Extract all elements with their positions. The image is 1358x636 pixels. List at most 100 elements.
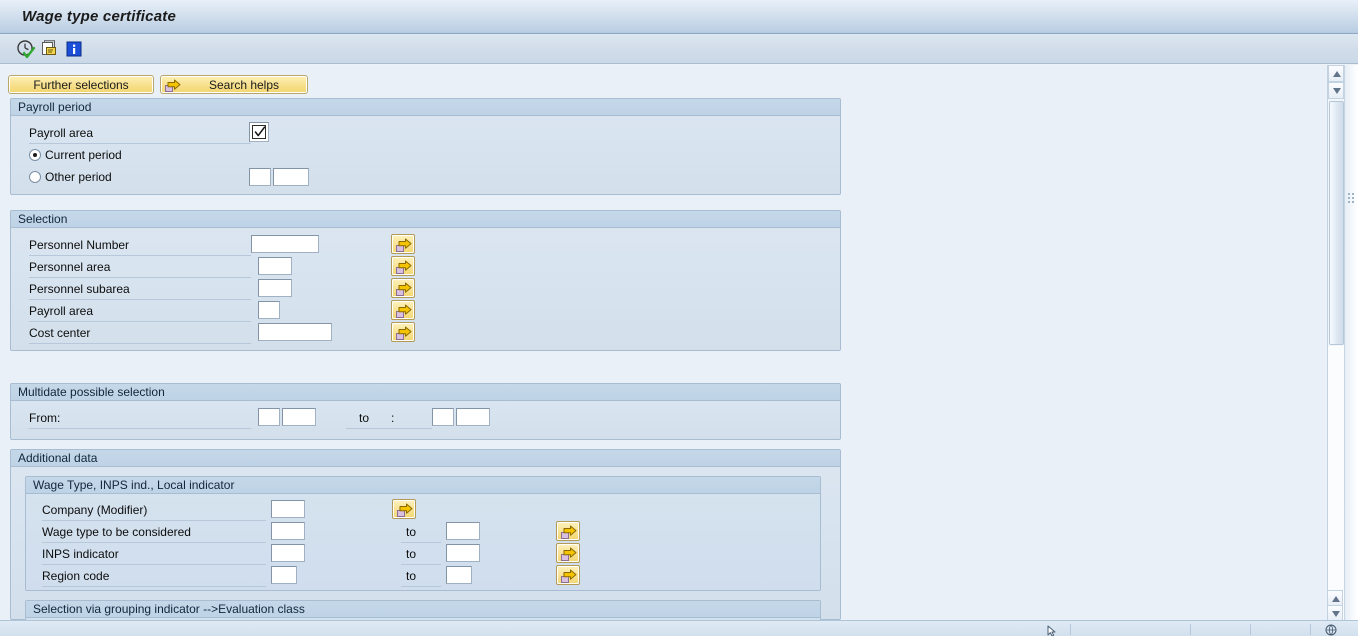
- other-period-input-2[interactable]: [273, 168, 309, 186]
- cost-center-multi-select-button[interactable]: [391, 322, 415, 342]
- label-underline: [29, 255, 251, 256]
- payroll-area-checkbox[interactable]: [252, 125, 266, 139]
- group-grouping-indicator-title: Selection via grouping indicator -->Eval…: [26, 601, 820, 618]
- multidate-colon-label: :: [391, 411, 395, 425]
- radio-other-period[interactable]: [29, 171, 41, 183]
- search-helps-label: Search helps: [208, 78, 280, 92]
- status-separator: [1190, 624, 1191, 635]
- multi-select-arrow-icon: [396, 326, 412, 340]
- selection-screen-content: Further selections Search helps Payroll …: [0, 65, 1327, 620]
- inner-scroll-arrows[interactable]: [1327, 590, 1344, 622]
- personnel-area-label: Personnel area: [29, 260, 111, 274]
- label-underline: [29, 143, 251, 144]
- radio-current-period[interactable]: [29, 149, 41, 161]
- multi-select-arrow-icon: [561, 569, 577, 583]
- cost-center-label: Cost center: [29, 326, 91, 340]
- information-icon[interactable]: [64, 39, 84, 59]
- search-helps-button[interactable]: Search helps: [160, 75, 308, 94]
- get-variant-icon[interactable]: [40, 39, 60, 59]
- region-code-multi-select-button[interactable]: [556, 565, 580, 585]
- label-underline: [42, 520, 266, 521]
- scroll-down-button[interactable]: [1328, 82, 1344, 99]
- region-code-to-label: to: [406, 569, 417, 583]
- scrollbar-thumb[interactable]: [1329, 101, 1344, 345]
- group-payroll-period-title: Payroll period: [11, 99, 840, 116]
- chevron-up-icon: [1332, 596, 1340, 602]
- multi-select-arrow-icon: [396, 260, 412, 274]
- personnel-area-input[interactable]: [258, 257, 292, 275]
- region-code-input-to[interactable]: [446, 566, 472, 584]
- multi-select-arrow-icon: [561, 547, 577, 561]
- further-selections-button[interactable]: Further selections: [8, 75, 154, 94]
- multi-select-arrow-icon: [165, 78, 181, 92]
- multidate-to-input-1[interactable]: [432, 408, 454, 426]
- window-titlebar: Wage type certificate: [0, 0, 1358, 34]
- multidate-from-label: From:: [29, 411, 61, 425]
- label-underline: [401, 564, 441, 565]
- inps-indicator-input-from[interactable]: [271, 544, 305, 562]
- chevron-up-icon: [1333, 71, 1341, 77]
- vertical-scrollbar[interactable]: [1327, 65, 1344, 620]
- label-underline: [42, 586, 266, 587]
- splitter-grip-icon: [1348, 193, 1355, 207]
- selection-payroll-area-label: Payroll area: [29, 304, 94, 318]
- group-additional-data-title: Additional data: [11, 450, 840, 467]
- label-underline: [42, 564, 266, 565]
- label-underline: [29, 428, 251, 429]
- execute-icon[interactable]: [16, 39, 36, 59]
- current-period-label: Current period: [45, 148, 122, 162]
- window-splitter[interactable]: [1344, 65, 1358, 620]
- group-selection: Selection Personnel Number Personnel are…: [10, 210, 841, 351]
- personnel-number-input[interactable]: [251, 235, 319, 253]
- personnel-subarea-multi-select-button[interactable]: [391, 278, 415, 298]
- group-selection-title: Selection: [11, 211, 840, 228]
- application-toolbar: © www.tutorialkart.com: [0, 34, 1358, 98]
- wage-type-considered-input-to[interactable]: [446, 522, 480, 540]
- wage-type-considered-to-label: to: [406, 525, 417, 539]
- multi-select-arrow-icon: [397, 503, 413, 517]
- other-period-label: Other period: [45, 170, 112, 184]
- personnel-subarea-label: Personnel subarea: [29, 282, 130, 296]
- status-separator: [1250, 624, 1251, 635]
- multidate-from-input-1[interactable]: [258, 408, 280, 426]
- group-additional-data: Additional data Wage Type, INPS ind., Lo…: [10, 449, 841, 620]
- wage-type-considered-input-from[interactable]: [271, 522, 305, 540]
- other-period-input-1[interactable]: [249, 168, 271, 186]
- personnel-area-multi-select-button[interactable]: [391, 256, 415, 276]
- selection-payroll-area-multi-select-button[interactable]: [391, 300, 415, 320]
- company-modifier-multi-select-button[interactable]: [392, 499, 416, 519]
- company-modifier-input[interactable]: [271, 500, 305, 518]
- group-wage-type-inps-title: Wage Type, INPS ind., Local indicator: [26, 477, 820, 494]
- multi-select-arrow-icon: [396, 304, 412, 318]
- scrollbar-track[interactable]: [1328, 346, 1344, 620]
- group-multidate: Multidate possible selection From: to :: [10, 383, 841, 440]
- label-underline: [401, 542, 441, 543]
- region-code-input-from[interactable]: [271, 566, 297, 584]
- personnel-number-label: Personnel Number: [29, 238, 130, 252]
- wage-type-considered-label: Wage type to be considered: [42, 525, 191, 539]
- wage-type-considered-multi-select-button[interactable]: [556, 521, 580, 541]
- inps-indicator-to-label: to: [406, 547, 417, 561]
- personnel-number-multi-select-button[interactable]: [391, 234, 415, 254]
- status-network-icon: [1325, 624, 1337, 636]
- multidate-from-input-2[interactable]: [282, 408, 316, 426]
- label-underline: [29, 277, 251, 278]
- label-underline: [29, 299, 251, 300]
- cost-center-input[interactable]: [258, 323, 332, 341]
- status-cursor-icon: [1047, 625, 1057, 636]
- inps-indicator-multi-select-button[interactable]: [556, 543, 580, 563]
- inps-indicator-input-to[interactable]: [446, 544, 480, 562]
- selection-screen: Further selections Search helps Payroll …: [0, 65, 1327, 620]
- label-underline: [29, 321, 251, 322]
- personnel-subarea-input[interactable]: [258, 279, 292, 297]
- multidate-to-input-2[interactable]: [456, 408, 490, 426]
- label-underline: [29, 343, 251, 344]
- chevron-down-icon: [1332, 611, 1340, 617]
- multi-select-arrow-icon: [396, 282, 412, 296]
- status-bar: [0, 620, 1358, 636]
- multi-select-arrow-icon: [396, 238, 412, 252]
- scroll-up-button[interactable]: [1328, 65, 1344, 82]
- selection-payroll-area-input[interactable]: [258, 301, 280, 319]
- company-modifier-label: Company (Modifier): [42, 503, 148, 517]
- payroll-area-checkbox-field[interactable]: [249, 122, 269, 142]
